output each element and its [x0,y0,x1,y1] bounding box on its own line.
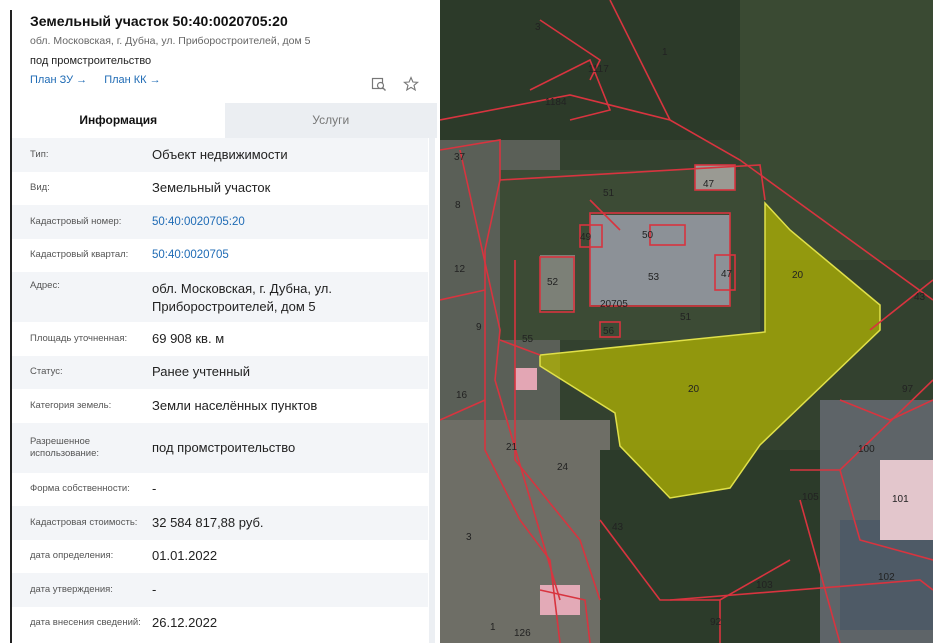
info-row-cadastral-value: Кадастровая стоимость: 32 584 817,88 руб… [12,506,428,540]
info-row-permitted-use: Разрешенное использование: под промстрои… [12,422,428,473]
info-row-ownership: Форма собственности: - [12,473,428,507]
row-label: Вид: [30,182,50,194]
map-canvas: 20 20 1 3 1117 1184 37 8 12 9 16 21 24 4… [440,0,933,643]
row-label: Разрешенное использование: [30,435,100,459]
row-label: Кадастровый номер: [30,215,122,227]
row-value: под промстроительство [152,439,296,455]
parcel-label: 101 [892,494,909,505]
parcel-label: 56 [603,326,615,337]
map-search-icon[interactable] [371,77,391,96]
parcel-label: 43 [612,522,624,533]
header-actions [359,76,420,96]
tab-information[interactable]: Информация [12,103,225,138]
card-header: Земельный участок 50:40:0020705:20 обл. … [30,10,430,86]
row-value: Ранее учтенный [152,364,250,380]
parcel-label: 102 [878,572,895,583]
parcel-label: 1184 [545,97,567,108]
row-value: 01.01.2022 [152,548,218,564]
plan-kk-link[interactable]: План КК → [104,74,160,86]
parcel-label: 20 [792,270,804,281]
row-value: обл. Московская, г. Дубна, ул. Приборост… [152,281,333,314]
info-row-address: Адрес: обл. Московская, г. Дубна, ул. Пр… [12,272,428,322]
parcel-label: 55 [522,334,534,345]
parcel-label: 92 [710,617,722,628]
row-value: Земли населённых пунктов [152,397,318,413]
plan-zu-link[interactable]: План ЗУ → [30,74,87,86]
parcel-label: 21 [506,442,518,453]
row-label: Площадь уточненная: [30,332,128,344]
row-label: дата определения: [30,550,114,562]
parcel-label: 51 [603,188,615,199]
row-label: дата утверждения: [30,583,113,595]
info-row-land-category: Категория земель: Земли населённых пункт… [12,389,428,423]
info-table: Тип: Объект недвижимости Вид: Земельный … [12,138,428,640]
parcel-label: 3 [535,22,541,33]
parcel-label: 16 [456,390,468,401]
header-address: обл. Московская, г. Дубна, ул. Приборост… [30,35,311,47]
row-label: дата внесения сведений: [30,617,141,629]
row-label: Тип: [30,148,49,160]
parcel-label: 50 [642,230,654,241]
row-label: Статус: [30,366,63,378]
parcel-label: 3 [466,532,472,543]
parcel-label: 1117 [588,64,609,75]
cadastral-number-link[interactable]: 50:40:0020705:20 [150,213,428,231]
cadastral-quarter-link[interactable]: 50:40:0020705 [150,246,428,264]
parcel-label: 37 [454,152,466,163]
info-row-area: Площадь уточненная: 69 908 кв. м [12,322,428,356]
row-label: Адрес: [30,280,60,291]
row-label: Форма собственности: [30,483,130,495]
info-row-cadastral-quarter: Кадастровый квартал: 50:40:0020705 [12,239,428,273]
parcel-label: 20705 [600,299,628,310]
parcel-label: 12 [454,264,466,275]
info-row-kind: Вид: Земельный участок [12,172,428,206]
info-panel: Земельный участок 50:40:0020705:20 обл. … [0,0,437,643]
row-value: 26.12.2022 [152,615,218,631]
row-value: 69 908 кв. м [152,330,225,346]
info-row-determination-date: дата определения: 01.01.2022 [12,540,428,574]
star-icon[interactable] [402,76,420,96]
cadastral-map[interactable]: 20 20 1 3 1117 1184 37 8 12 9 16 21 24 4… [440,0,933,643]
parcel-label: 105 [802,492,819,503]
parcel-label: 9 [476,322,482,333]
parcel-label: 8 [455,200,461,211]
parcel-label: 97 [902,384,914,395]
tab-bar: Информация Услуги [12,103,437,138]
row-label: Кадастровая стоимость: [30,516,138,528]
header-purpose: под промстроительство [30,55,152,67]
row-label: Кадастровый квартал: [30,249,129,261]
info-row-entry-date: дата внесения сведений: 26.12.2022 [12,607,428,641]
row-value: Земельный участок [152,180,271,196]
parcel-label: 24 [557,462,569,473]
parcel-label: 52 [547,277,559,288]
parcel-label: 1 [490,622,496,633]
page-title: Земельный участок 50:40:0020705:20 [30,13,288,29]
parcel-label: 20 [688,384,700,395]
panel-scrollbar[interactable] [429,138,435,643]
row-label: Категория земель: [30,399,112,411]
parcel-label: 103 [756,580,773,591]
info-row-approval-date: дата утверждения: - [12,573,428,607]
parcel-label: 47 [703,179,715,190]
row-value: - [152,581,157,597]
info-row-type: Тип: Объект недвижимости [12,138,428,172]
parcel-label: 47 [721,269,733,280]
parcel-label: 43 [914,292,926,303]
parcel-label: 53 [648,272,660,283]
row-value: Объект недвижимости [152,146,288,162]
info-row-status: Статус: Ранее учтенный [12,355,428,389]
parcel-label: 126 [514,628,531,639]
row-value: - [152,481,157,497]
parcel-label: 1 [662,47,668,58]
parcel-label: 49 [580,232,592,243]
parcel-label: 100 [858,444,875,455]
info-row-cadastral-number: Кадастровый номер: 50:40:0020705:20 [12,205,428,239]
tab-services[interactable]: Услуги [224,103,437,138]
parcel-label: 51 [680,312,692,323]
row-value: 32 584 817,88 руб. [152,514,264,530]
